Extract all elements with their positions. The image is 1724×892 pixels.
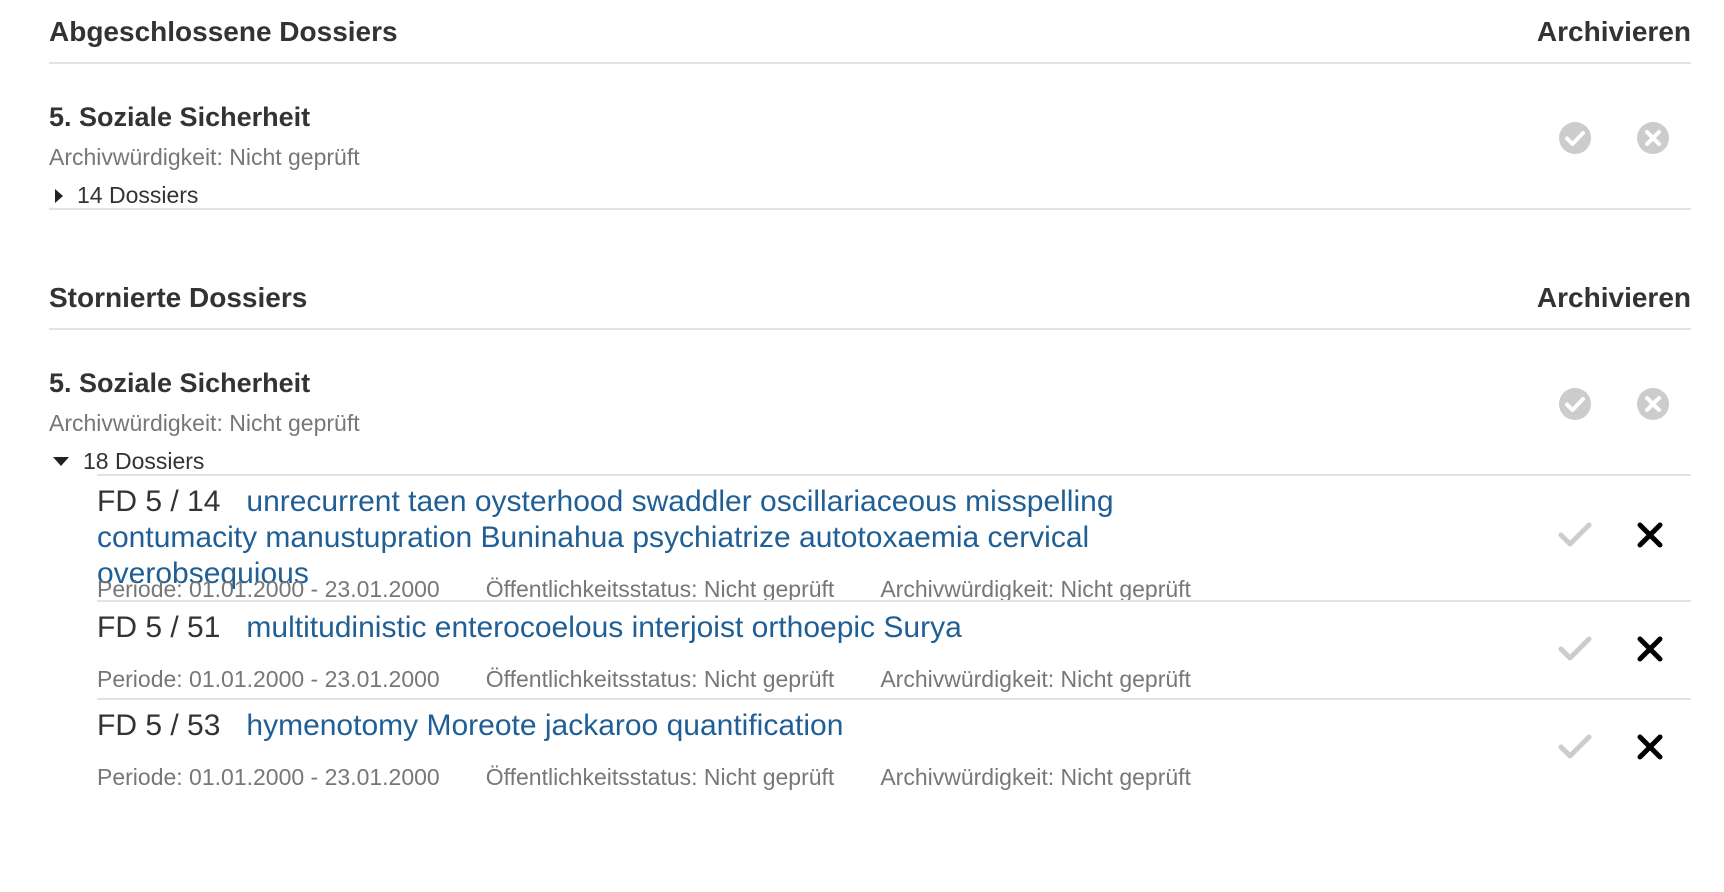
dossier-row: FD 5 / 53 hymenotomy Moreote jackaroo qua… <box>97 698 1691 796</box>
dossier-period: Periode: 01.01.2000 - 23.01.2000 <box>97 576 440 602</box>
dossier-row: FD 5 / 51 multitudinistic enterocoelous i… <box>97 600 1691 698</box>
group-title: 5. Soziale Sicherheit <box>49 102 311 132</box>
dossier-actions <box>1557 634 1665 664</box>
dossier-reference: FD 5 / 51 <box>97 611 221 644</box>
dossier-period: Periode: 01.01.2000 - 23.01.2000 <box>97 666 440 692</box>
check-circle-icon[interactable] <box>1557 120 1593 156</box>
section-cancelled-dossiers: Stornierte Dossiers Archivieren 5. Sozia… <box>49 266 1691 796</box>
section-closed-dossiers: Abgeschlossene Dossiers Archivieren 5. S… <box>49 0 1691 210</box>
dossier-actions <box>1557 732 1665 762</box>
dossier-count-toggle[interactable]: 18 Dossiers <box>49 448 204 475</box>
dossier-meta: Periode: 01.01.2000 - 23.01.2000 Öffentl… <box>97 576 1237 603</box>
dossier-count-label: 14 Dossiers <box>77 182 199 208</box>
archive-column-header: Archivieren <box>1536 16 1691 47</box>
section-title: Abgeschlossene Dossiers <box>49 16 398 47</box>
check-icon[interactable] <box>1557 520 1593 550</box>
group-soziale-sicherheit: 5. Soziale Sicherheit Archivwürdigkeit: … <box>49 330 1691 474</box>
dossier-meta: Periode: 01.01.2000 - 23.01.2000 Öffentl… <box>97 666 1237 693</box>
dossier-heading: FD 5 / 51 multitudinistic enterocoelous i… <box>97 610 962 646</box>
x-circle-icon[interactable] <box>1635 120 1671 156</box>
close-icon[interactable] <box>1635 732 1665 762</box>
caret-down-icon <box>53 457 69 466</box>
check-icon[interactable] <box>1557 732 1593 762</box>
dossier-archival-status: Archivwürdigkeit: Nicht geprüft <box>880 764 1191 790</box>
close-icon[interactable] <box>1635 520 1665 550</box>
group-archival-status: Archivwürdigkeit: Nicht geprüft <box>49 410 360 436</box>
dossier-public-status: Öffentlichkeitsstatus: Nicht geprüft <box>485 666 835 692</box>
dossier-title-link[interactable]: multitudinistic enterocoelous interjoist… <box>246 611 961 644</box>
close-icon[interactable] <box>1635 634 1665 664</box>
dossier-count-label: 18 Dossiers <box>83 448 205 474</box>
group-archival-status: Archivwürdigkeit: Nicht geprüft <box>49 144 360 170</box>
group-title: 5. Soziale Sicherheit <box>49 368 311 398</box>
dossier-actions <box>1557 520 1665 550</box>
dossier-archival-status: Archivwürdigkeit: Nicht geprüft <box>880 576 1191 602</box>
dossier-heading: FD 5 / 53 hymenotomy Moreote jackaroo qua… <box>97 708 843 744</box>
caret-right-icon <box>55 188 63 203</box>
dossier-archive-list: Abgeschlossene Dossiers Archivieren 5. S… <box>49 0 1691 796</box>
x-circle-icon[interactable] <box>1635 386 1671 422</box>
dossier-meta: Periode: 01.01.2000 - 23.01.2000 Öffentl… <box>97 764 1237 791</box>
dossier-reference: FD 5 / 14 <box>97 485 221 518</box>
section-header: Stornierte Dossiers Archivieren <box>49 266 1691 330</box>
group-actions <box>1557 120 1671 156</box>
dossier-title-link[interactable]: unrecurrent taen oysterhood swaddler osc… <box>97 485 1114 590</box>
dossier-public-status: Öffentlichkeitsstatus: Nicht geprüft <box>485 764 835 790</box>
dossier-archival-status: Archivwürdigkeit: Nicht geprüft <box>880 666 1191 692</box>
section-header: Abgeschlossene Dossiers Archivieren <box>49 0 1691 64</box>
section-title: Stornierte Dossiers <box>49 282 308 313</box>
dossier-public-status: Öffentlichkeitsstatus: Nicht geprüft <box>485 576 835 602</box>
dossier-count-toggle[interactable]: 14 Dossiers <box>49 182 198 209</box>
check-icon[interactable] <box>1557 634 1593 664</box>
group-soziale-sicherheit: 5. Soziale Sicherheit Archivwürdigkeit: … <box>49 64 1691 210</box>
group-actions <box>1557 386 1671 422</box>
dossier-reference: FD 5 / 53 <box>97 709 221 742</box>
archive-column-header: Archivieren <box>1536 282 1691 313</box>
dossier-period: Periode: 01.01.2000 - 23.01.2000 <box>97 764 440 790</box>
check-circle-icon[interactable] <box>1557 386 1593 422</box>
dossier-row: FD 5 / 14 unrecurrent taen oysterhood swa… <box>97 474 1691 603</box>
dossier-title-link[interactable]: hymenotomy Moreote jackaroo quantificati… <box>246 709 843 742</box>
